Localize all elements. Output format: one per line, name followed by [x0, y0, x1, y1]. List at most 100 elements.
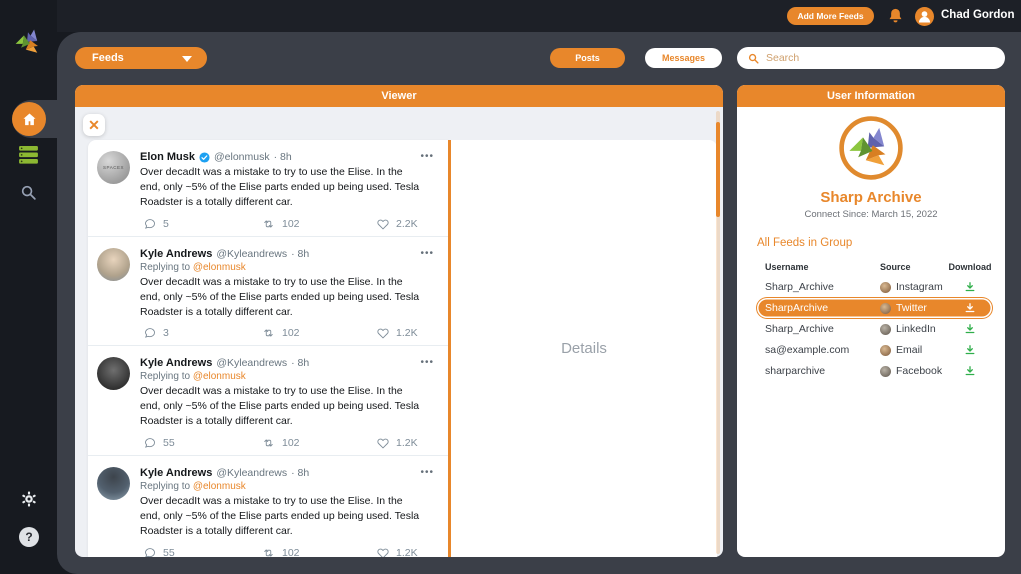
reply-icon [144, 218, 156, 230]
user-name: Chad Gordon [941, 9, 1014, 21]
like-button[interactable]: 2.2K [377, 218, 418, 230]
tweet-author-handle: @elonmusk [214, 151, 270, 163]
like-button[interactable]: 1.2K [377, 437, 418, 449]
download-button[interactable] [948, 344, 992, 356]
retweet-count: 102 [282, 547, 300, 557]
reply-count: 55 [163, 547, 175, 557]
viewer-scrollbar-thumb[interactable] [716, 122, 720, 217]
sidebar: ? [0, 0, 57, 574]
feed-username: Sharp_Archive [765, 281, 880, 293]
like-count: 1.2K [396, 547, 418, 557]
tweet-timestamp: · 8h [291, 248, 309, 260]
tweet-item[interactable]: Kyle Andrews @Kyleandrews · 8h ••• Reply… [88, 346, 448, 456]
sidebar-item-settings[interactable] [0, 490, 57, 508]
download-button[interactable] [948, 281, 992, 293]
brand-title: Sharp Archive [737, 189, 1005, 206]
help-button[interactable]: ? [19, 527, 39, 547]
reply-button[interactable]: 55 [144, 547, 262, 557]
tweet-feed-card: SPACEX Elon Musk @elonmusk · 8h ••• Over… [88, 140, 448, 557]
like-button[interactable]: 1.2K [377, 547, 418, 557]
feed-row[interactable]: sa@example.com Email [757, 340, 992, 360]
app-logo-icon[interactable] [13, 26, 45, 58]
mention-link[interactable]: @elonmusk [193, 262, 246, 273]
retweet-button[interactable]: 102 [262, 327, 377, 339]
like-count: 2.2K [396, 218, 418, 230]
feeds-dropdown[interactable]: Feeds [75, 47, 207, 69]
tweet-author-name: Kyle Andrews [140, 467, 212, 479]
tweet-author-handle: @Kyleandrews [216, 248, 287, 260]
heart-icon [377, 218, 389, 230]
download-button[interactable] [948, 365, 992, 377]
reply-button[interactable]: 55 [144, 437, 262, 449]
tweet-timestamp: · 8h [291, 467, 309, 479]
reply-icon [144, 547, 156, 557]
download-icon [964, 344, 976, 356]
chevron-down-icon [182, 56, 192, 62]
tweet-more-button[interactable]: ••• [420, 151, 434, 162]
feed-row[interactable]: sharparchive Facebook [757, 361, 992, 381]
feeds-table: Username Source Download Sharp_Archive I… [757, 258, 992, 381]
viewer-panel: Viewer ✕ SPACEX Elon Musk @elonmusk · 8h… [75, 85, 723, 557]
add-more-feeds-button[interactable]: Add More Feeds [787, 7, 874, 25]
tweet-more-button[interactable]: ••• [420, 467, 434, 478]
reply-button[interactable]: 3 [144, 327, 262, 339]
viewer-header: Viewer [75, 85, 723, 107]
retweet-icon [262, 547, 275, 557]
reply-count: 55 [163, 437, 175, 449]
feed-row[interactable]: Sharp_Archive LinkedIn [757, 319, 992, 339]
viewer-scrollbar[interactable] [716, 111, 720, 554]
tweet-replying-to: Replying to @elonmusk [140, 481, 436, 492]
like-button[interactable]: 1.2K [377, 327, 418, 339]
feed-source: Email [896, 344, 922, 356]
tweet-more-button[interactable]: ••• [420, 248, 434, 259]
retweet-button[interactable]: 102 [262, 218, 377, 230]
sidebar-item-home[interactable] [12, 102, 46, 136]
column-username: Username [765, 262, 880, 272]
download-icon [964, 281, 976, 293]
search-input[interactable] [766, 52, 986, 64]
reply-icon [144, 327, 156, 339]
tweet-author-avatar [97, 357, 130, 390]
search-icon [748, 53, 759, 64]
posts-tab[interactable]: Posts [550, 48, 625, 68]
tweet-text: Over decadIt was a mistake to try to use… [140, 275, 436, 320]
feed-username: sa@example.com [765, 344, 880, 356]
feed-row[interactable]: Sharp_Archive Instagram [757, 277, 992, 297]
notification-bell-icon[interactable] [886, 6, 905, 26]
tweet-author-avatar: SPACEX [97, 151, 130, 184]
user-information-panel: User Information Sharp Archive Connect S… [737, 85, 1005, 557]
download-button[interactable] [948, 323, 992, 335]
retweet-icon [262, 437, 275, 449]
tweet-item[interactable]: Kyle Andrews @Kyleandrews · 8h ••• Reply… [88, 456, 448, 557]
feed-row[interactable]: SharpArchive Twitter [757, 298, 992, 318]
download-button[interactable] [948, 302, 992, 314]
feed-username: Sharp_Archive [765, 323, 880, 335]
retweet-button[interactable]: 102 [262, 547, 377, 557]
download-icon [964, 302, 976, 314]
tweet-more-button[interactable]: ••• [420, 357, 434, 368]
reply-button[interactable]: 5 [144, 218, 262, 230]
retweet-button[interactable]: 102 [262, 437, 377, 449]
tweet-list: SPACEX Elon Musk @elonmusk · 8h ••• Over… [88, 140, 448, 557]
tweet-author-handle: @Kyleandrews [216, 357, 287, 369]
tweet-item[interactable]: SPACEX Elon Musk @elonmusk · 8h ••• Over… [88, 140, 448, 237]
sidebar-item-feeds[interactable] [0, 146, 57, 164]
mention-link[interactable]: @elonmusk [193, 371, 246, 382]
tweet-item[interactable]: Kyle Andrews @Kyleandrews · 8h ••• Reply… [88, 237, 448, 347]
messages-tab[interactable]: Messages [645, 48, 722, 68]
feed-source: Facebook [896, 365, 942, 377]
feeds-dropdown-label: Feeds [92, 52, 124, 64]
user-avatar-icon[interactable] [915, 7, 934, 26]
close-button[interactable]: ✕ [83, 114, 105, 136]
tweet-author-name: Kyle Andrews [140, 248, 212, 260]
tweet-replying-to: Replying to @elonmusk [140, 371, 436, 382]
home-icon [21, 111, 38, 128]
retweet-icon [262, 218, 275, 230]
mention-link[interactable]: @elonmusk [193, 481, 246, 492]
sidebar-item-search[interactable] [0, 184, 57, 201]
user-information-title: User Information [827, 90, 915, 102]
tweet-timestamp: · 8h [274, 151, 292, 163]
feed-list-icon [18, 146, 39, 164]
source-avatar-icon [880, 282, 891, 293]
details-placeholder: Details [561, 340, 607, 357]
